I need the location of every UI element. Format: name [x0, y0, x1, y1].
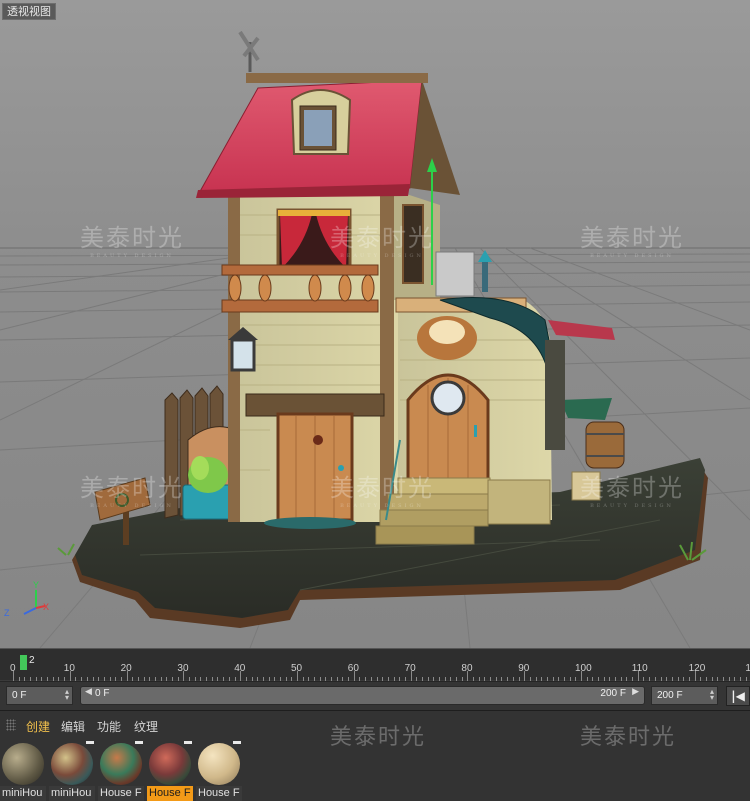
watermark: 美泰时光 BEAUTY DESIGN [580, 474, 684, 509]
start-frame-value: 0 F [12, 690, 27, 701]
viewport-title[interactable]: 透视视图 [2, 3, 56, 20]
range-slider-start: 0 F [95, 688, 110, 699]
timeline-tick-label: 110 [631, 663, 648, 674]
current-frame-label: 2 [29, 655, 35, 666]
material-name: miniHou [0, 786, 46, 801]
material-manager: 创建 编辑 功能 纹理 miniHou miniHou House F Hous… [0, 710, 750, 801]
timeline-tick-label: 120 [688, 663, 706, 674]
timeline-tick-label: 50 [291, 663, 303, 674]
material-ball-house-icon [149, 743, 191, 785]
flag-icon [86, 741, 94, 744]
material-ball-house-icon [51, 743, 93, 785]
menu-texture[interactable]: 纹理 [134, 718, 158, 735]
material-ball-stone-icon [2, 743, 44, 785]
menu-edit[interactable]: 编辑 [61, 718, 85, 735]
timeline-tick-label: 30 [177, 663, 189, 674]
timeline-ticks[interactable]: 0 10203040506070809010011012013 [0, 657, 750, 681]
spinner-icon[interactable]: ▴ ▾ [710, 688, 714, 702]
flag-icon [233, 741, 241, 744]
viewport-scene: Y X Z [0, 0, 750, 648]
timeline-tick-label: 13 [745, 663, 750, 674]
watermark: 美泰时光 BEAUTY DESIGN [80, 224, 184, 259]
frame-range-bar: 0 F ▴ ▾ ◀ 0 F 200 F ▶ 200 F ▴ ▾ |◀ [0, 681, 750, 710]
menu-function[interactable]: 功能 [97, 718, 121, 735]
watermark: 美泰时光 [330, 725, 427, 750]
svg-text:X: X [43, 602, 49, 612]
timeline-tick-label: 10 [63, 663, 75, 674]
material-name: House F [98, 786, 144, 801]
material-name: House F [196, 786, 242, 801]
timeline-tick-label: 40 [234, 663, 246, 674]
timeline-tick-label: 20 [120, 663, 132, 674]
material-swatch[interactable]: House F [98, 741, 144, 801]
timeline-tick [13, 671, 14, 681]
flag-icon [135, 741, 143, 744]
go-to-start-icon[interactable]: |◀ [726, 686, 750, 706]
end-frame-field[interactable]: 200 F ▴ ▾ [651, 686, 718, 705]
timeline-tick-label: 60 [347, 663, 359, 674]
watermark: 美泰时光 BEAUTY DESIGN [330, 474, 434, 509]
material-swatch-selected[interactable]: House F [147, 741, 193, 801]
material-ball-beige-icon [198, 743, 240, 785]
material-ball-house-icon [100, 743, 142, 785]
menu-create[interactable]: 创建 [26, 718, 50, 735]
material-name: miniHou [49, 786, 95, 801]
timeline-tick-label: 70 [404, 663, 416, 674]
material-swatch[interactable]: House F [196, 741, 242, 801]
range-slider-end: 200 F [600, 688, 626, 699]
flag-icon [184, 741, 192, 744]
timeline-tick-label: 80 [461, 663, 473, 674]
watermark: 美泰时光 BEAUTY DESIGN [330, 224, 434, 259]
playhead-handle[interactable] [20, 655, 27, 670]
watermark: 美泰时光 [580, 725, 677, 750]
material-name: House F [147, 786, 193, 801]
perspective-viewport[interactable]: Y X Z 透视视图 美泰时光 BEAUTY DESIGN 美泰时光 BEAUTY … [0, 0, 750, 648]
cinema4d-window: Y X Z 透视视图 美泰时光 BEAUTY DESIGN 美泰时光 BEAUTY … [0, 0, 750, 801]
spinner-icon[interactable]: ▴ ▾ [65, 688, 69, 702]
svg-text:Y: Y [33, 580, 39, 590]
timeline-tick-label: 90 [518, 663, 530, 674]
material-swatch[interactable]: miniHou [49, 741, 95, 801]
end-frame-value: 200 F [657, 690, 683, 701]
start-frame-field[interactable]: 0 F ▴ ▾ [6, 686, 73, 705]
triangle-right-icon[interactable]: ▶ [632, 687, 639, 697]
timeline-ruler[interactable]: 0 10203040506070809010011012013 2 [0, 648, 750, 681]
watermark: 美泰时光 BEAUTY DESIGN [580, 224, 684, 259]
material-swatch[interactable]: miniHou [0, 741, 46, 801]
timeline-tick-label: 100 [575, 663, 592, 674]
frame-range-slider[interactable]: ◀ 0 F 200 F ▶ [80, 686, 645, 705]
chimney [435, 250, 492, 297]
grip-icon[interactable] [6, 719, 16, 731]
triangle-left-icon[interactable]: ◀ [85, 687, 92, 697]
watermark: 美泰时光 BEAUTY DESIGN [80, 474, 184, 509]
svg-text:Z: Z [4, 608, 10, 618]
